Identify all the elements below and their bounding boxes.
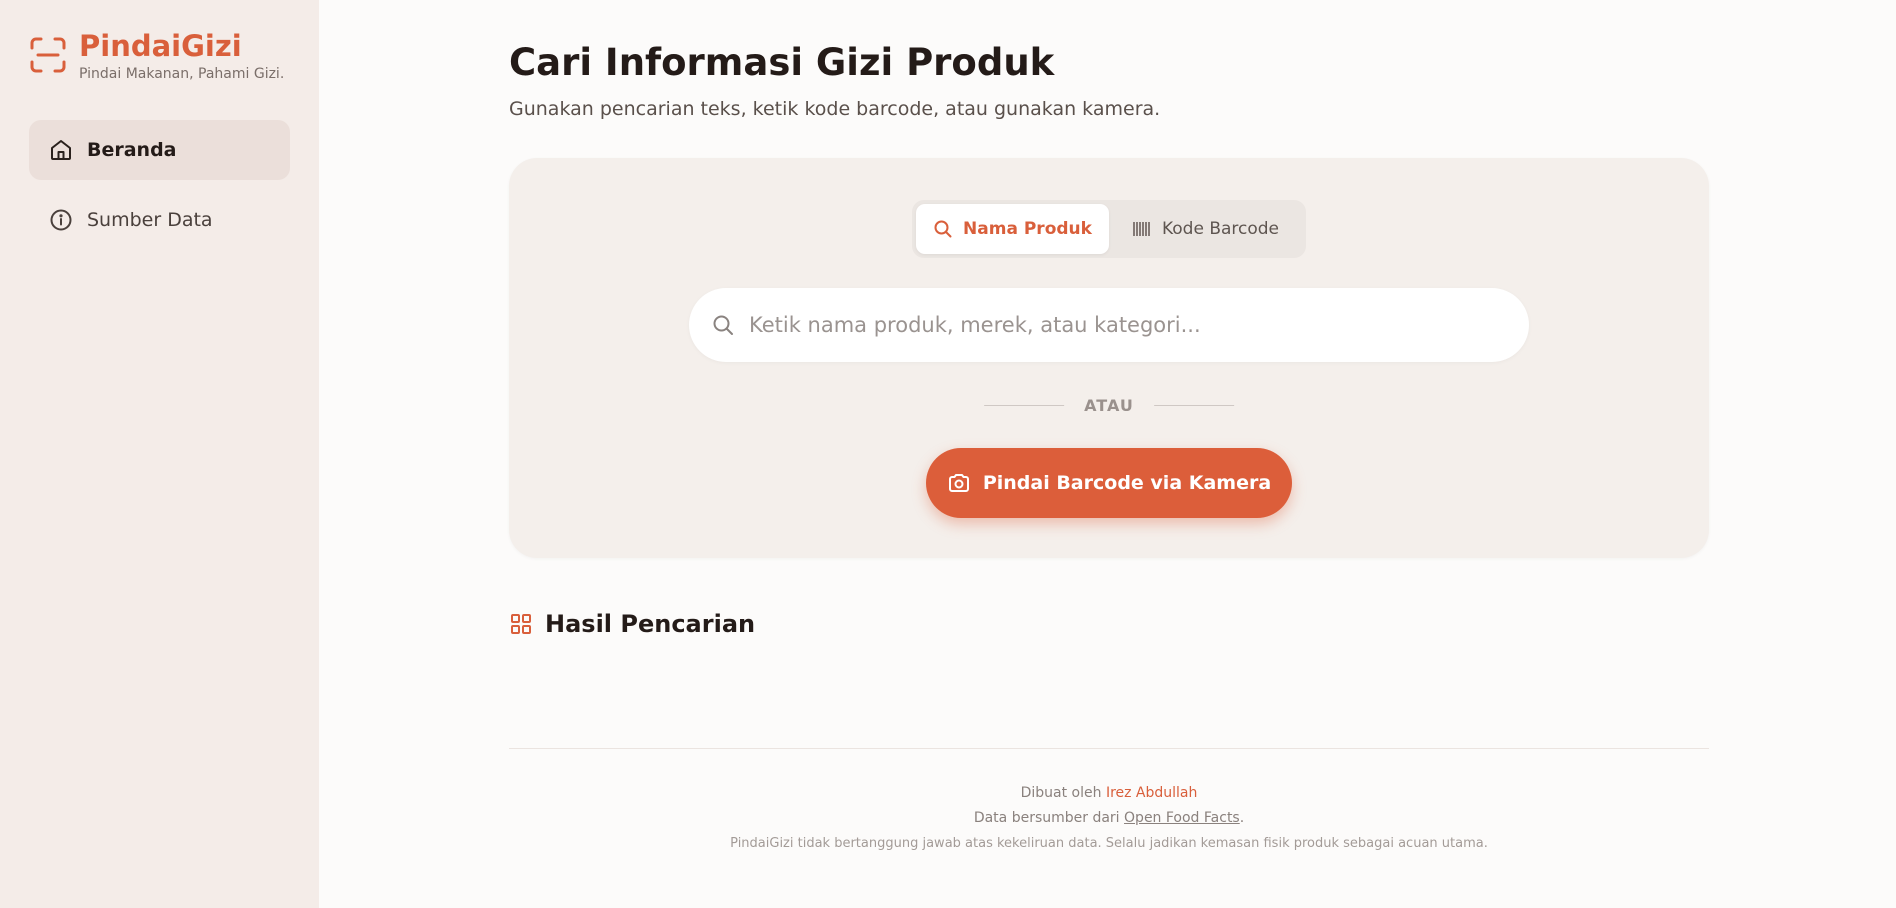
search-card: Nama Produk Kode Barcode ATAU: [509, 158, 1709, 558]
scan-icon: [30, 37, 66, 73]
search-icon: [934, 220, 952, 238]
sidebar-item-beranda[interactable]: Beranda: [29, 120, 290, 180]
brand[interactable]: PindaiGizi Pindai Makanan, Pahami Gizi.: [29, 28, 290, 82]
footer-credit-prefix: Dibuat oleh: [1020, 785, 1106, 801]
footer-source-prefix: Data bersumber dari: [973, 810, 1125, 826]
footer-credit: Dibuat oleh Irez Abdullah: [509, 781, 1709, 806]
info-icon: [50, 209, 72, 231]
tab-nama-produk[interactable]: Nama Produk: [916, 204, 1109, 254]
brand-tagline: Pindai Makanan, Pahami Gizi.: [79, 66, 285, 82]
divider-line: [984, 405, 1065, 406]
main-content: Cari Informasi Gizi Produk Gunakan penca…: [319, 0, 1896, 908]
sidebar-item-sumber-data[interactable]: Sumber Data: [29, 190, 290, 250]
or-divider: ATAU: [984, 396, 1234, 415]
tab-label: Nama Produk: [963, 219, 1092, 239]
scan-camera-label: Pindai Barcode via Kamera: [982, 472, 1272, 494]
open-food-facts-link[interactable]: Open Food Facts: [1124, 810, 1240, 826]
footer-disclaimer: PindaiGizi tidak bertanggung jawab atas …: [730, 836, 1488, 851]
footer-source-suffix: .: [1239, 810, 1245, 826]
search-mode-tabs: Nama Produk Kode Barcode: [912, 200, 1306, 258]
scan-camera-button[interactable]: Pindai Barcode via Kamera: [926, 448, 1292, 518]
grid-icon: [511, 614, 531, 634]
divider-text: ATAU: [1084, 396, 1134, 415]
author-link[interactable]: Irez Abdullah: [1106, 785, 1197, 801]
sidebar: PindaiGizi Pindai Makanan, Pahami Gizi. …: [0, 0, 319, 908]
page-title: Cari Informasi Gizi Produk: [509, 41, 1055, 84]
footer: Dibuat oleh Irez Abdullah Data bersumber…: [509, 748, 1709, 856]
results-header: Hasil Pencarian: [509, 610, 1709, 638]
sidebar-item-label: Beranda: [87, 139, 177, 161]
tab-kode-barcode[interactable]: Kode Barcode: [1109, 204, 1302, 254]
barcode-icon: [1133, 222, 1150, 236]
search-icon: [713, 315, 733, 335]
camera-icon: [948, 474, 969, 492]
results-title: Hasil Pencarian: [545, 610, 756, 638]
tab-label: Kode Barcode: [1161, 219, 1280, 239]
home-icon: [51, 140, 71, 160]
footer-source: Data bersumber dari Open Food Facts.: [509, 806, 1709, 831]
search-bar: [689, 288, 1529, 362]
page-subtitle: Gunakan pencarian teks, ketik kode barco…: [509, 98, 1161, 120]
divider-line: [1153, 405, 1234, 406]
brand-name: PindaiGizi: [79, 29, 242, 63]
sidebar-item-label: Sumber Data: [87, 209, 213, 231]
search-input[interactable]: [749, 313, 1507, 337]
